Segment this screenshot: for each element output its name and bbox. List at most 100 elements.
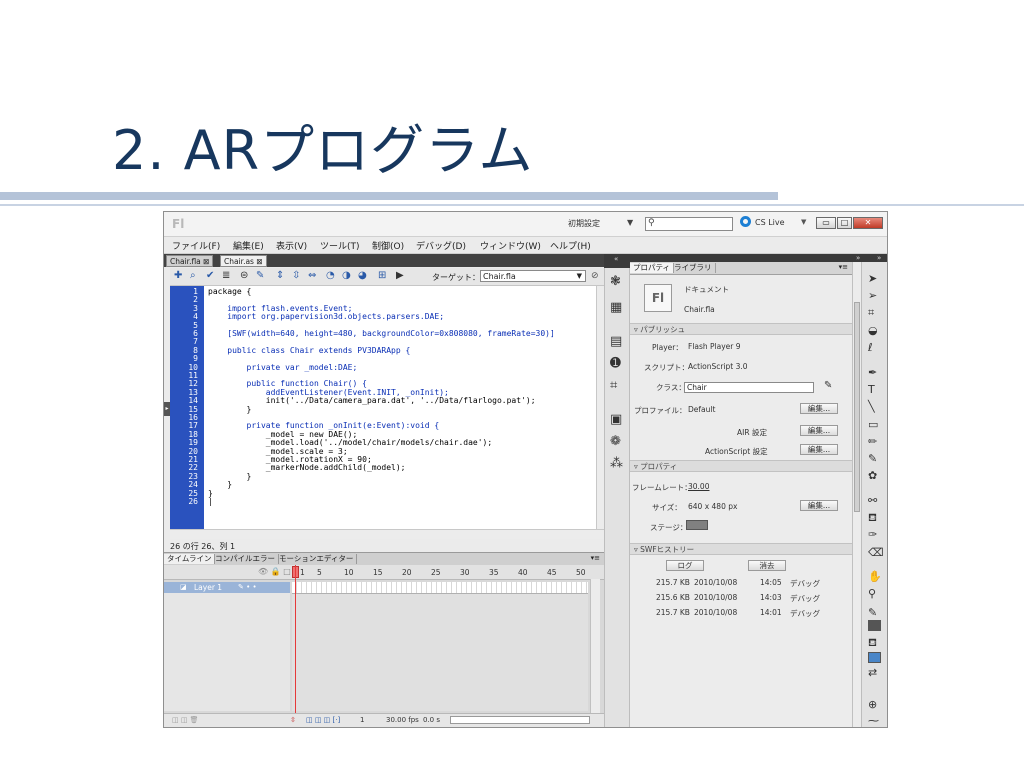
menu-tools[interactable]: ツール(T) (320, 239, 360, 252)
workspace-switcher[interactable]: 初期設定 (568, 218, 600, 229)
timeline-frame-grid[interactable] (292, 593, 588, 711)
align-panel-icon[interactable]: ▤ (610, 334, 622, 349)
text-tool-icon[interactable]: T (868, 383, 875, 396)
components-panel-icon[interactable]: ▣ (610, 412, 622, 427)
rectangle-tool-icon[interactable]: ▭ (868, 418, 878, 431)
collapse-icon[interactable]: « (614, 255, 618, 263)
layer-visibility-icons[interactable]: 👁 🔒 □ (258, 567, 291, 576)
framerate-value[interactable]: 30.00 (688, 482, 709, 491)
tab-chair-as[interactable]: Chair.as ⊠ (220, 255, 267, 267)
pencil-tool-icon[interactable]: ✏ (868, 435, 877, 448)
auto-format-icon[interactable]: ≣ (222, 270, 230, 281)
transform-panel-icon[interactable]: ⌗ (610, 378, 617, 393)
tab-properties[interactable]: プロパティ (630, 263, 675, 273)
comment-line-icon[interactable]: ◑ (342, 270, 351, 281)
class-input[interactable]: Chair (684, 382, 814, 393)
layer-frames[interactable] (292, 582, 588, 594)
comment-block-icon[interactable]: ◔ (326, 270, 335, 281)
hand-tool-icon[interactable]: ✋ (868, 570, 882, 583)
swap-colors-icon[interactable]: ⇄ (868, 666, 877, 679)
pencil-icon[interactable]: ✎ (824, 380, 832, 391)
edit-as-button[interactable]: 編集... (800, 444, 838, 455)
cs-live-button[interactable]: CS Live (755, 218, 785, 227)
menu-edit[interactable]: 編集(E) (233, 239, 264, 252)
timeline-horizontal-scrollbar[interactable] (450, 716, 590, 724)
tab-compile-errors[interactable]: コンパイルエラー (212, 554, 279, 564)
panel-menu-icon[interactable]: ▾≡ (591, 554, 600, 562)
tab-library[interactable]: ライブラリ (671, 263, 716, 273)
close-button[interactable]: ✕ (853, 217, 883, 229)
expand-all-icon[interactable]: ⇔ (308, 270, 316, 281)
pen-tool-icon[interactable]: ✒ (868, 366, 877, 379)
publish-section-header[interactable]: ▿ パブリッシュ (630, 323, 852, 335)
motion-presets-icon[interactable]: ❁ (610, 434, 621, 449)
uncomment-icon[interactable]: ◕ (358, 270, 367, 281)
layer-row[interactable]: ◪ Layer 1 ✎ • • (164, 582, 290, 593)
subselection-tool-icon[interactable]: ➢ (868, 289, 877, 302)
onion-skin-icon[interactable]: ◫ ◫ ◫ [·] (306, 716, 340, 724)
edit-profile-button[interactable]: 編集... (800, 403, 838, 414)
clear-button[interactable]: 消去 (748, 560, 786, 571)
free-transform-icon[interactable]: ⌗ (868, 306, 874, 320)
search-input[interactable]: ⚲ (645, 217, 733, 231)
swatches-panel-icon[interactable]: ▦ (610, 300, 622, 315)
properties-section-header[interactable]: ▿ プロパティ (630, 460, 852, 472)
stroke-color-swatch[interactable] (868, 620, 881, 631)
play-icon[interactable]: ▶ (396, 270, 404, 281)
line-tool-icon[interactable]: ╲ (868, 400, 875, 413)
smooth-icon[interactable]: ⁓ (868, 714, 879, 727)
menu-view[interactable]: 表示(V) (276, 239, 307, 252)
code-snippets-icon[interactable]: ⁂ (610, 456, 623, 471)
chevron-down-icon[interactable]: ▼ (627, 218, 633, 227)
tab-chair-fla[interactable]: Chair.fla ⊠ (166, 255, 214, 267)
edit-size-button[interactable]: 編集... (800, 500, 838, 511)
new-layer-icon[interactable]: ◫ ◫ 🗑 (172, 716, 199, 724)
edit-air-button[interactable]: 編集... (800, 425, 838, 436)
selection-tool-icon[interactable]: ➤ (868, 272, 877, 285)
target-select[interactable]: Chair.fla ▼ (480, 270, 586, 282)
scrollbar-thumb[interactable] (854, 302, 860, 512)
deco-tool-icon[interactable]: ✿ (868, 469, 877, 482)
minimize-button[interactable]: ▭ (816, 217, 836, 229)
check-syntax-icon[interactable]: ✔ (206, 270, 214, 281)
code-horizontal-scrollbar[interactable] (170, 529, 604, 539)
eyedropper-icon[interactable]: ✑ (868, 528, 877, 541)
brush-tool-icon[interactable]: ✎ (868, 452, 877, 465)
bone-tool-icon[interactable]: ⚯ (868, 494, 877, 507)
collapse-between-icon[interactable]: ⇕ (276, 270, 284, 281)
snap-to-objects-icon[interactable]: ⊕ (868, 698, 877, 711)
log-button[interactable]: ログ (666, 560, 704, 571)
paint-bucket-icon[interactable]: ⛾ (868, 511, 877, 526)
tab-motion-editor[interactable]: モーションエディター (276, 554, 358, 564)
cs-live-icon[interactable] (740, 216, 751, 227)
collapse-icon[interactable]: » (877, 254, 881, 262)
chevron-down-icon[interactable]: ▼ (801, 218, 806, 226)
info-panel-icon[interactable]: ➊ (610, 356, 621, 371)
debug-options-icon[interactable]: ✎ (256, 270, 264, 281)
maximize-button[interactable]: □ (837, 217, 852, 229)
timeline-vertical-scrollbar[interactable] (590, 579, 600, 713)
menu-file[interactable]: ファイル(F) (172, 239, 220, 252)
help-icon[interactable]: ⊘ (591, 271, 599, 281)
eraser-icon[interactable]: ⌫ (868, 546, 884, 559)
menu-debug[interactable]: デバッグ(D) (416, 239, 466, 252)
fill-color-swatch[interactable] (868, 652, 881, 663)
find-icon[interactable]: ⌕ (190, 270, 196, 281)
menu-window[interactable]: ウィンドウ(W) (480, 239, 541, 252)
menu-control[interactable]: 制御(O) (372, 239, 404, 252)
stage-color-swatch[interactable] (686, 520, 708, 530)
swf-history-header[interactable]: ▿ SWFヒストリー (630, 543, 852, 555)
3d-rotation-icon[interactable]: ◒ (868, 324, 878, 337)
fill-color-icon[interactable]: ⛾ (868, 636, 877, 651)
lasso-tool-icon[interactable]: ℓ (868, 341, 873, 354)
center-frame-icon[interactable]: ⇳ (290, 716, 296, 724)
color-panel-icon[interactable]: ❃ (610, 274, 621, 289)
panel-menu-icon[interactable]: ▾≡ (839, 263, 848, 271)
stroke-color-icon[interactable]: ✎ (868, 606, 877, 619)
expand-arrow-icon[interactable]: ▸ (164, 402, 170, 416)
zoom-tool-icon[interactable]: ⚲ (868, 587, 876, 600)
code-editor[interactable]: 1 2 3 4 5 6 7 8 9 10 11 12 13 14 15 16 1… (170, 286, 596, 529)
collapse-icon[interactable]: » (856, 254, 860, 262)
code-hint-icon[interactable]: ⊜ (240, 270, 248, 281)
toolbox-toggle-icon[interactable]: ⊞ (378, 270, 386, 281)
